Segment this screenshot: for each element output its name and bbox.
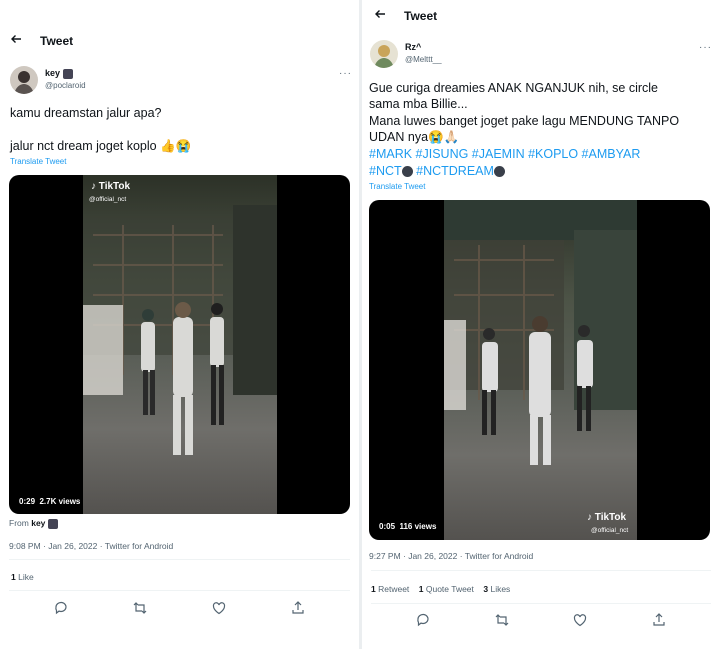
reply-icon[interactable]	[53, 600, 69, 616]
translate-link[interactable]: Translate Tweet	[369, 182, 425, 191]
divider	[371, 603, 711, 604]
tiktok-icon: ♪	[91, 181, 96, 192]
reply-icon[interactable]	[415, 612, 431, 628]
tweet-text-line2: jalur nct dream joget koplo	[10, 139, 157, 153]
tiktok-label: TikTok	[98, 181, 131, 192]
likes-stat[interactable]: 1 Like	[11, 572, 34, 582]
nct-emoji-icon	[401, 166, 413, 178]
likes-count: 1	[11, 572, 16, 582]
video-player[interactable]: ♪ TikTok @official_nct 0:05 116 views	[369, 200, 710, 540]
video-scene-image	[444, 200, 637, 465]
more-icon[interactable]: ···	[699, 42, 712, 53]
hashtag-nctdream[interactable]: #NCTDREAM	[416, 164, 494, 178]
tweet-emoji: 👍😭	[160, 139, 192, 153]
from-label: From	[9, 518, 29, 528]
video-player[interactable]: ♪ TikTok @official_nct 0:29 2.7K views	[9, 175, 350, 514]
divider	[371, 570, 711, 571]
likes-label: Likes	[490, 584, 511, 594]
action-bar	[362, 612, 720, 628]
hashtags-line[interactable]: #MARK #JISUNG #JAEMIN #KOPLO #AMBYAR	[369, 146, 640, 162]
user-handle: @poclaroid	[45, 81, 86, 90]
tweet-panel-left: Tweet key @poclaroid ··· kamu dreamstan …	[0, 0, 359, 649]
likes-stat[interactable]: 3 Likes	[483, 584, 510, 594]
video-views: 116 views	[399, 522, 437, 531]
tweet-timestamp: 9:27 PM · Jan 26, 2022 · Twitter for And…	[369, 551, 534, 561]
retweet-icon[interactable]	[132, 600, 148, 616]
more-icon[interactable]: ···	[339, 68, 352, 79]
retweet-stat[interactable]: 1 Retweet	[371, 584, 409, 594]
from-name[interactable]: key	[31, 518, 45, 528]
tweet-emoji: 😭🙏🏻	[428, 130, 460, 144]
like-icon[interactable]	[211, 600, 227, 616]
video-views: 2.7K views	[39, 497, 81, 506]
retweet-count: 1	[371, 584, 376, 594]
tiktok-label: TikTok	[594, 512, 627, 523]
quote-count: 1	[418, 584, 424, 594]
video-duration: 0:29	[19, 497, 36, 506]
divider	[9, 559, 350, 560]
quote-label: Quote Tweet	[425, 584, 474, 594]
page-title: Tweet	[40, 33, 74, 48]
page-title: Tweet	[404, 8, 438, 23]
tweet-header: Tweet	[370, 8, 720, 23]
tiktok-handle: @official_nct	[89, 196, 127, 203]
tweet-text-line4: UDAN nya	[369, 130, 429, 144]
user-name: Rz^	[405, 42, 422, 52]
camera-emoji-icon	[47, 518, 58, 529]
user-name: key	[45, 68, 61, 78]
video-scene-image	[83, 205, 277, 455]
tweet-text-line3: Mana luwes banget joget pake lagu MENDUN…	[369, 114, 680, 128]
tweet-text-line1: Gue curiga dreamies ANAK NGANJUK nih, se…	[369, 81, 658, 95]
retweet-icon[interactable]	[494, 612, 510, 628]
avatar[interactable]	[10, 66, 38, 94]
hashtag-nct[interactable]: #NCT	[369, 164, 402, 178]
user-handle: @Melttt__	[405, 55, 442, 64]
avatar[interactable]	[370, 40, 398, 68]
like-icon[interactable]	[572, 612, 588, 628]
share-icon[interactable]	[290, 600, 306, 616]
tiktok-handle: @official_nct	[591, 527, 629, 534]
retweet-label: Retweet	[378, 584, 410, 594]
likes-count: 3	[483, 584, 489, 594]
video-duration: 0:05	[379, 522, 396, 531]
video-frame	[83, 175, 277, 514]
share-icon[interactable]	[651, 612, 667, 628]
tweet-text-line2: sama mba Billie...	[369, 97, 468, 111]
translate-link[interactable]: Translate Tweet	[10, 157, 66, 166]
quote-stat[interactable]: 1 Quote Tweet	[419, 584, 474, 594]
divider	[9, 590, 350, 591]
tweet-panel-right: Tweet Rz^ @Melttt__ ··· Gue curiga dream…	[362, 0, 720, 649]
back-arrow-icon[interactable]	[6, 33, 26, 48]
action-bar	[0, 600, 359, 616]
video-frame	[444, 200, 637, 540]
tiktok-icon: ♪	[587, 512, 592, 523]
camera-emoji-icon	[62, 68, 73, 79]
tweet-timestamp: 9:08 PM · Jan 26, 2022 · Twitter for And…	[9, 541, 174, 551]
back-arrow-icon[interactable]	[370, 8, 390, 23]
tweet-text-line1: kamu dreamstan jalur apa?	[10, 106, 162, 120]
tweet-header: Tweet	[6, 33, 359, 48]
likes-label: Like	[18, 572, 34, 582]
nct-emoji-icon	[493, 166, 505, 178]
